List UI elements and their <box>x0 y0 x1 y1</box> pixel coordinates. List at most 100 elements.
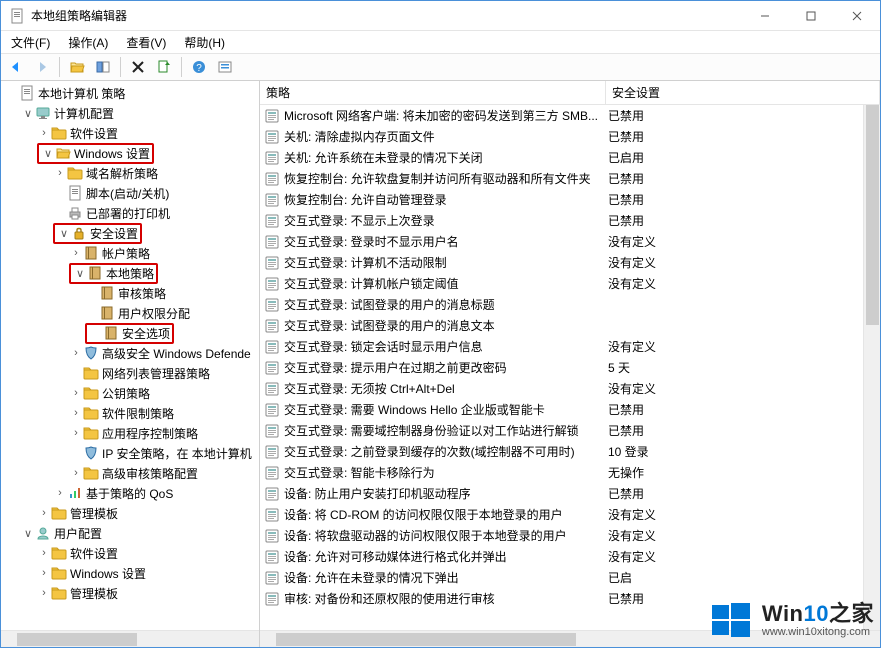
menu-file[interactable]: 文件(F) <box>7 32 54 53</box>
policy-icon <box>264 297 280 313</box>
policy-row[interactable]: Microsoft 网络客户端: 将未加密的密码发送到第三方 SMB...已禁用 <box>260 105 880 126</box>
policy-value: 已启 <box>606 569 880 586</box>
policy-row[interactable]: 交互式登录: 需要域控制器身份验证以对工作站进行解锁已禁用 <box>260 420 880 441</box>
tree-ipsec[interactable]: IP 安全策略，在 本地计算机 <box>3 443 259 463</box>
tree-security-options[interactable]: 安全选项 <box>3 323 259 343</box>
menu-view[interactable]: 查看(V) <box>122 32 170 53</box>
folder-icon <box>51 565 67 581</box>
tree-hscroll[interactable] <box>1 630 259 647</box>
policy-value: 没有定义 <box>606 338 880 355</box>
policy-row[interactable]: 关机: 清除虚拟内存页面文件已禁用 <box>260 126 880 147</box>
policy-row[interactable]: 交互式登录: 之前登录到缓存的次数(域控制器不可用时)10 登录 <box>260 441 880 462</box>
policy-row[interactable]: 设备: 允许对可移动媒体进行格式化并弹出没有定义 <box>260 546 880 567</box>
tree-security-settings[interactable]: ∨安全设置 <box>3 223 259 243</box>
maximize-button[interactable] <box>788 1 834 31</box>
tree-label: 管理模板 <box>70 585 118 602</box>
tree-admin-templates[interactable]: ›管理模板 <box>3 503 259 523</box>
tree-network-list[interactable]: 网络列表管理器策略 <box>3 363 259 383</box>
tree-pubkey[interactable]: ›公钥策略 <box>3 383 259 403</box>
help-button[interactable]: ? <box>188 56 210 78</box>
policy-row[interactable]: 交互式登录: 试图登录的用户的消息标题 <box>260 294 880 315</box>
col-policy[interactable]: 策略 <box>260 81 606 104</box>
tree-app-control[interactable]: ›应用程序控制策略 <box>3 423 259 443</box>
policy-row[interactable]: 关机: 允许系统在未登录的情况下关闭 已启用 <box>260 147 880 168</box>
app-icon <box>9 8 25 24</box>
col-setting[interactable]: 安全设置 <box>606 81 880 104</box>
back-button[interactable] <box>5 56 27 78</box>
export-button[interactable] <box>153 56 175 78</box>
policy-name: 交互式登录: 登录时不显示用户名 <box>284 233 459 250</box>
policy-value: 已启用 <box>606 149 880 166</box>
tree-software-settings[interactable]: ›软件设置 <box>3 123 259 143</box>
list-vscroll[interactable] <box>863 105 880 630</box>
menu-help[interactable]: 帮助(H) <box>180 32 229 53</box>
policy-row[interactable]: 设备: 防止用户安装打印机驱动程序已禁用 <box>260 483 880 504</box>
policy-row[interactable]: 设备: 将 CD-ROM 的访问权限仅限于本地登录的用户没有定义 <box>260 504 880 525</box>
tree-root[interactable]: 本地计算机 策略 <box>3 83 259 103</box>
delete-button[interactable] <box>127 56 149 78</box>
policy-name: 设备: 允许对可移动媒体进行格式化并弹出 <box>284 548 507 565</box>
folder-icon <box>83 425 99 441</box>
policy-icon <box>264 591 280 607</box>
minimize-button[interactable] <box>742 1 788 31</box>
folder-icon <box>83 405 99 421</box>
policy-row[interactable]: 交互式登录: 不显示上次登录已禁用 <box>260 210 880 231</box>
tree-dns-policy[interactable]: ›域名解析策略 <box>3 163 259 183</box>
policy-name: 交互式登录: 需要域控制器身份验证以对工作站进行解锁 <box>284 422 579 439</box>
tree-root-label: 本地计算机 策略 <box>38 85 125 102</box>
folder-icon <box>51 505 67 521</box>
policy-row[interactable]: 交互式登录: 需要 Windows Hello 企业版或智能卡已禁用 <box>260 399 880 420</box>
policy-list[interactable]: Microsoft 网络客户端: 将未加密的密码发送到第三方 SMB...已禁用… <box>260 105 880 630</box>
tree-user-config[interactable]: ∨用户配置 <box>3 523 259 543</box>
policy-name: 交互式登录: 提示用户在过期之前更改密码 <box>284 359 507 376</box>
menu-action[interactable]: 操作(A) <box>64 32 112 53</box>
tree-label: 网络列表管理器策略 <box>102 365 210 382</box>
close-button[interactable] <box>834 1 880 31</box>
policy-name: 交互式登录: 智能卡移除行为 <box>284 464 435 481</box>
tree-qos[interactable]: ›基于策略的 QoS <box>3 483 259 503</box>
folder-icon <box>67 165 83 181</box>
tree-u-admin[interactable]: ›管理模板 <box>3 583 259 603</box>
tree-local-policies[interactable]: ∨本地策略 <box>3 263 259 283</box>
policy-name: 审核: 对备份和还原权限的使用进行审核 <box>284 590 495 607</box>
policy-row[interactable]: 交互式登录: 计算机不活动限制没有定义 <box>260 252 880 273</box>
policy-row[interactable]: 恢复控制台: 允许软盘复制并访问所有驱动器和所有文件夹已禁用 <box>260 168 880 189</box>
tree-label: 用户权限分配 <box>118 305 190 322</box>
tree-user-rights[interactable]: 用户权限分配 <box>3 303 259 323</box>
win-logo-icon <box>708 597 754 643</box>
policy-row[interactable]: 设备: 允许在未登录的情况下弹出已启 <box>260 567 880 588</box>
tree-audit-policy[interactable]: 审核策略 <box>3 283 259 303</box>
up-button[interactable] <box>66 56 88 78</box>
policy-row[interactable]: 设备: 将软盘驱动器的访问权限仅限于本地登录的用户没有定义 <box>260 525 880 546</box>
policy-icon <box>264 234 280 250</box>
forward-button[interactable] <box>31 56 53 78</box>
tree-u-windows[interactable]: ›Windows 设置 <box>3 563 259 583</box>
tree-defender[interactable]: ›高级安全 Windows Defende <box>3 343 259 363</box>
folder-icon <box>83 365 99 381</box>
policy-row[interactable]: 交互式登录: 无须按 Ctrl+Alt+Del没有定义 <box>260 378 880 399</box>
policy-row[interactable]: 交互式登录: 计算机帐户锁定阈值没有定义 <box>260 273 880 294</box>
tree-scripts[interactable]: 脚本(启动/关机) <box>3 183 259 203</box>
policy-name: 恢复控制台: 允许自动管理登录 <box>284 191 447 208</box>
tree-account-policies[interactable]: ›帐户策略 <box>3 243 259 263</box>
policy-row[interactable]: 交互式登录: 试图登录的用户的消息文本 <box>260 315 880 336</box>
policy-name: 关机: 允许系统在未登录的情况下关闭 <box>284 149 483 166</box>
policy-icon <box>264 381 280 397</box>
filter-button[interactable] <box>214 56 236 78</box>
policy-row[interactable]: 交互式登录: 登录时不显示用户名没有定义 <box>260 231 880 252</box>
policy-name: 交互式登录: 无须按 Ctrl+Alt+Del <box>284 380 455 397</box>
policy-row[interactable]: 恢复控制台: 允许自动管理登录已禁用 <box>260 189 880 210</box>
tree-computer-config[interactable]: ∨计算机配置 <box>3 103 259 123</box>
show-hide-tree-button[interactable] <box>92 56 114 78</box>
folder-icon <box>51 545 67 561</box>
policy-row[interactable]: 交互式登录: 锁定会话时显示用户信息没有定义 <box>260 336 880 357</box>
tree-view[interactable]: 本地计算机 策略 ∨计算机配置 ›软件设置 ∨Windows 设置 ›域名解析策… <box>1 81 260 647</box>
tree-adv-audit[interactable]: ›高级审核策略配置 <box>3 463 259 483</box>
tree-deployed-printers[interactable]: 已部署的打印机 <box>3 203 259 223</box>
policy-row[interactable]: 交互式登录: 智能卡移除行为无操作 <box>260 462 880 483</box>
tree-software-restrict[interactable]: ›软件限制策略 <box>3 403 259 423</box>
tree-windows-settings[interactable]: ∨Windows 设置 <box>3 143 259 163</box>
policy-value: 已禁用 <box>606 401 880 418</box>
tree-u-software[interactable]: ›软件设置 <box>3 543 259 563</box>
policy-row[interactable]: 交互式登录: 提示用户在过期之前更改密码5 天 <box>260 357 880 378</box>
